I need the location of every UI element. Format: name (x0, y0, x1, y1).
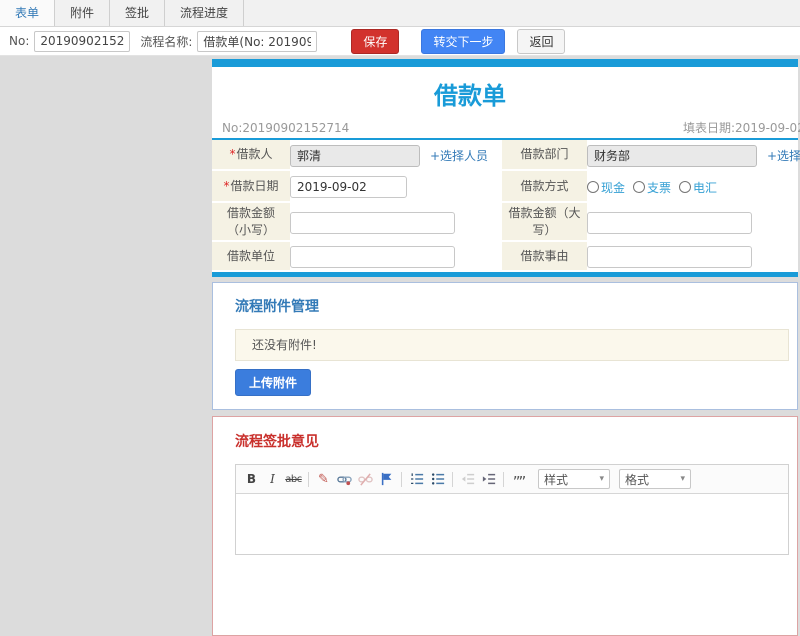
unlink-icon[interactable] (355, 470, 376, 489)
no-label: No: (9, 34, 30, 48)
loan-method-label: 借款方式 (502, 171, 587, 203)
form-grid: *借款人 +选择人员 借款部门 +选择部门 *借款日期 借款方式 现金 (212, 140, 800, 272)
loan-unit-cell (290, 242, 502, 272)
italic-icon[interactable]: I (262, 470, 283, 489)
required-marker: * (229, 147, 236, 161)
borrower-input[interactable] (290, 144, 420, 167)
doc-number: No:20190902152714 (222, 121, 350, 135)
borrower-cell: +选择人员 (290, 140, 502, 171)
department-cell: +选择部门 (587, 140, 800, 171)
back-button[interactable]: 返回 (517, 28, 566, 54)
tab-attachment[interactable]: 附件 (55, 0, 111, 26)
blockquote-icon[interactable]: ”” (508, 470, 529, 490)
method-wire-radio[interactable] (679, 181, 692, 193)
department-input[interactable] (587, 144, 757, 167)
chevron-down-icon: ▾ (599, 474, 604, 484)
link-icon[interactable] (334, 470, 355, 489)
chevron-down-icon: ▾ (680, 474, 685, 484)
amount-big-input[interactable] (587, 211, 752, 234)
format-dropdown[interactable]: 格式 ▾ (619, 469, 691, 489)
department-label: 借款部门 (502, 140, 587, 171)
toolbar-separator (308, 471, 309, 487)
select-department-link[interactable]: +选择部门 (767, 147, 800, 164)
loan-date-label: *借款日期 (212, 171, 290, 203)
amount-small-label: 借款金额（小写） (212, 203, 290, 242)
rich-text-editor: B I abc ✎ ”” 样式 ▾ 格式 ▾ (235, 464, 789, 555)
no-attachments-message: 还没有附件! (235, 329, 789, 361)
toolbar-separator (401, 471, 402, 487)
method-check-radio[interactable] (633, 181, 646, 193)
loan-method-cell: 现金 支票 电汇 (587, 171, 800, 203)
numbered-list-icon[interactable] (406, 470, 427, 489)
top-tab-bar: 表单 附件 签批 流程进度 (0, 0, 800, 27)
select-person-link[interactable]: +选择人员 (430, 147, 488, 164)
method-wire-option[interactable]: 电汇 (679, 179, 717, 196)
styles-dropdown[interactable]: 样式 ▾ (538, 469, 610, 489)
forward-next-step-button[interactable]: 转交下一步 (421, 28, 506, 54)
loan-date-input[interactable] (290, 176, 407, 198)
upload-attachment-button[interactable]: 上传附件 (235, 369, 312, 396)
toolbar-separator (452, 471, 453, 487)
loan-reason-input[interactable] (587, 246, 752, 268)
bold-icon[interactable]: B (241, 470, 262, 489)
method-check-option[interactable]: 支票 (633, 179, 671, 196)
method-cash-option[interactable]: 现金 (587, 179, 625, 196)
process-name-label: 流程名称: (140, 34, 193, 49)
indent-icon[interactable] (478, 470, 499, 489)
editor-toolbar: B I abc ✎ ”” 样式 ▾ 格式 ▾ (236, 465, 788, 494)
doc-meta-row: No:20190902152714 填表日期:2019-09-02 15:27:… (212, 118, 800, 140)
tab-process-progress[interactable]: 流程进度 (165, 0, 245, 26)
anchor-flag-icon[interactable] (376, 470, 397, 489)
approval-title: 流程签批意见 (235, 434, 319, 450)
loan-reason-cell (587, 242, 800, 272)
outdent-icon[interactable] (457, 470, 478, 489)
loan-form-panel: 借款单 No:20190902152714 填表日期:2019-09-02 15… (212, 59, 800, 277)
editor-content-area[interactable] (236, 494, 788, 554)
required-marker: * (223, 178, 230, 193)
approval-panel: 流程签批意见 B I abc ✎ ”” 样式 ▾ 格式 ▾ (212, 416, 798, 636)
loan-unit-input[interactable] (290, 246, 455, 268)
strikethrough-icon[interactable]: abc (283, 470, 304, 489)
toolbar-separator (503, 471, 504, 487)
fill-date: 填表日期:2019-09-02 15:27:1 (683, 121, 800, 135)
amount-big-cell (587, 203, 800, 242)
amount-small-cell (290, 203, 502, 242)
document-container: 借款单 No:20190902152714 填表日期:2019-09-02 15… (212, 59, 800, 636)
attachments-panel: 流程附件管理 还没有附件! 上传附件 (212, 282, 798, 410)
loan-reason-label: 借款事由 (502, 242, 587, 272)
loan-date-cell (290, 171, 502, 203)
remove-format-icon[interactable]: ✎ (313, 470, 334, 489)
loan-unit-label: 借款单位 (212, 242, 290, 272)
bulleted-list-icon[interactable] (427, 470, 448, 489)
form-title: 借款单 (434, 82, 506, 110)
amount-big-label: 借款金额（大写） (502, 203, 587, 242)
method-cash-radio[interactable] (587, 181, 599, 193)
process-name-input[interactable] (197, 30, 318, 52)
tab-approval[interactable]: 签批 (110, 0, 166, 26)
save-button[interactable]: 保存 (351, 28, 400, 54)
amount-small-input[interactable] (290, 211, 455, 234)
attachments-title: 流程附件管理 (235, 299, 319, 315)
no-input[interactable] (34, 30, 131, 52)
borrower-label: *借款人 (212, 140, 290, 171)
action-toolbar: No: 流程名称: 保存 转交下一步 返回 (0, 27, 800, 56)
tab-form[interactable]: 表单 (0, 0, 56, 26)
